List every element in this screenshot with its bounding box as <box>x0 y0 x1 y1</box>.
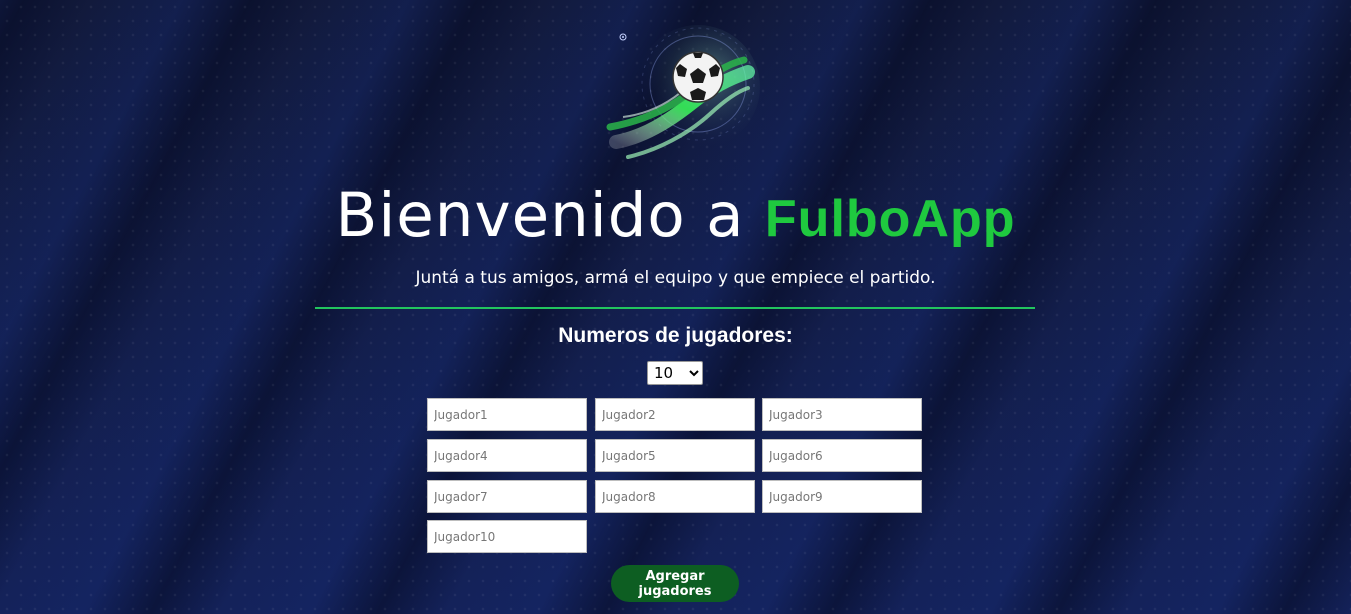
player-input-3[interactable] <box>762 398 922 431</box>
player-input-6[interactable] <box>762 439 922 472</box>
player-input-9[interactable] <box>762 480 922 513</box>
divider <box>315 307 1035 309</box>
player-input-5[interactable] <box>595 439 755 472</box>
player-input-10[interactable] <box>427 520 587 553</box>
player-input-1[interactable] <box>427 398 587 431</box>
page: Bienvenido a FulboApp Juntá a tus amigos… <box>0 0 1351 614</box>
player-input-4[interactable] <box>427 439 587 472</box>
player-input-8[interactable] <box>595 480 755 513</box>
soccer-ball-icon <box>606 25 760 159</box>
brand-name: FulboApp <box>764 190 1016 248</box>
title-prefix: Bienvenido a <box>335 180 745 251</box>
player-input-2[interactable] <box>595 398 755 431</box>
page-title: Bienvenido a FulboApp <box>0 178 1351 257</box>
player-input-7[interactable] <box>427 480 587 513</box>
tagline: Juntá a tus amigos, armá el equipo y que… <box>415 268 936 288</box>
add-players-button[interactable]: Agregar jugadores <box>611 565 739 602</box>
player-count-select[interactable]: 10 <box>647 361 703 385</box>
player-count-heading: Numeros de jugadores: <box>558 324 793 347</box>
